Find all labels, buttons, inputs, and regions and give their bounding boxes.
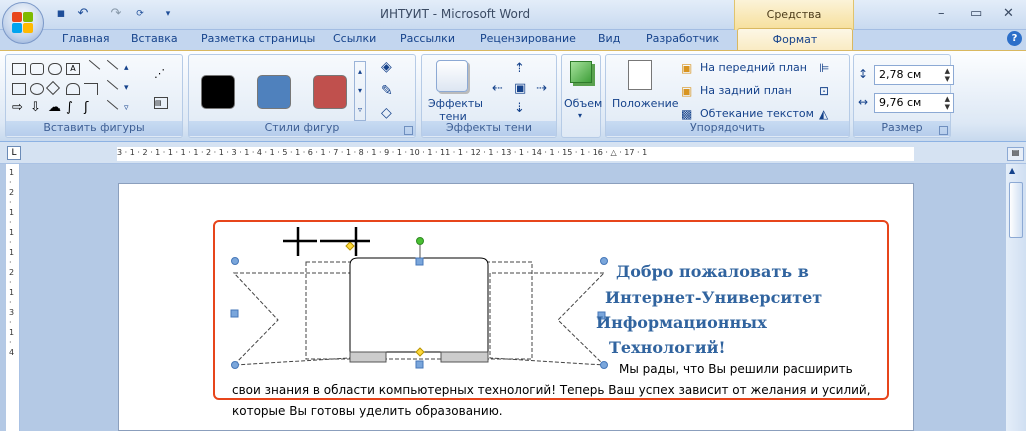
heading-line-2: Интернет-Университет bbox=[605, 288, 823, 307]
paragraph-line-3: которые Вы готовы уделить образованию. bbox=[232, 404, 503, 418]
paragraph-line-2: свои знания в области компьютерных техно… bbox=[232, 383, 871, 397]
office-logo-icon bbox=[12, 12, 34, 34]
heading-line-4: Технологий! bbox=[609, 338, 726, 357]
office-button[interactable] bbox=[2, 2, 44, 44]
heading-line-1: Добро пожаловать в bbox=[616, 262, 809, 281]
heading-line-3: Информационных bbox=[596, 313, 767, 332]
paragraph-line-1: Мы рады, что Вы решили расширить bbox=[619, 362, 853, 376]
